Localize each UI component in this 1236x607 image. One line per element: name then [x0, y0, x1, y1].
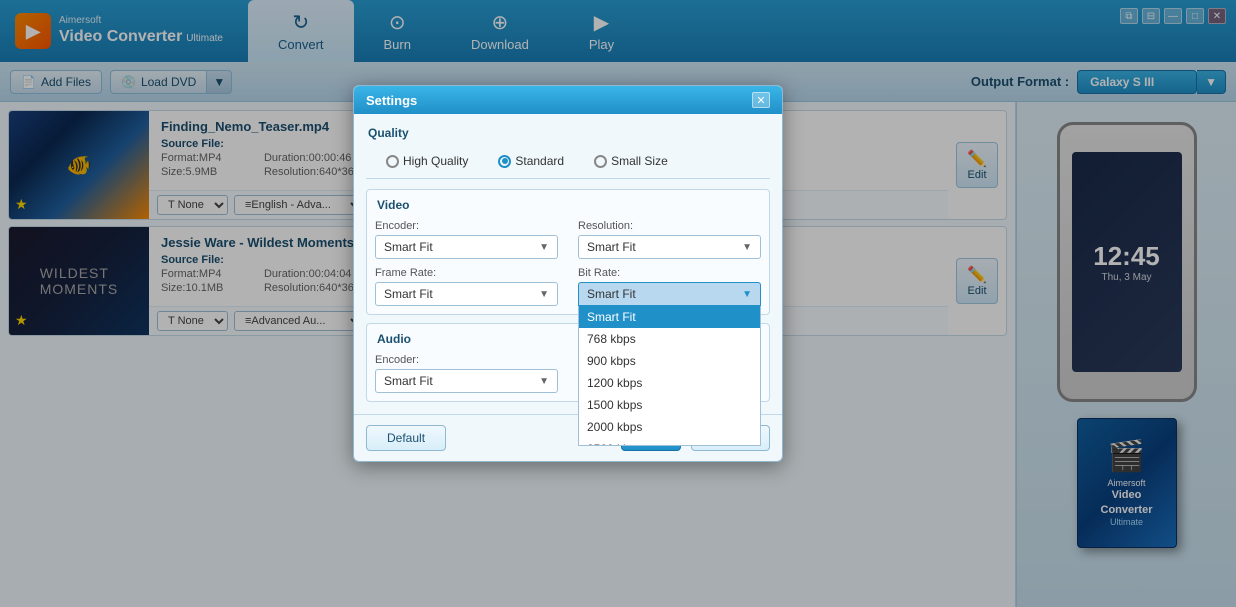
- encoder-arrow: ▼: [539, 242, 549, 253]
- dropdown-item-768[interactable]: 768 kbps: [579, 328, 760, 350]
- quality-options: High Quality Standard Small Size: [366, 148, 770, 179]
- bit-rate-value: Smart Fit: [587, 287, 636, 301]
- quality-standard-label: Standard: [515, 154, 564, 168]
- radio-standard: [498, 155, 511, 168]
- dropdown-item-1500[interactable]: 1500 kbps: [579, 394, 760, 416]
- quality-high-label: High Quality: [403, 154, 468, 168]
- frame-rate-label: Frame Rate:: [375, 267, 558, 279]
- settings-modal: Settings ✕ Quality High Quality Standard: [353, 85, 783, 462]
- modal-title-bar: Settings ✕: [354, 86, 782, 114]
- audio-encoder-label: Encoder:: [375, 354, 558, 366]
- encoder-select[interactable]: Smart Fit ▼: [375, 235, 558, 259]
- dropdown-item-1200[interactable]: 1200 kbps: [579, 372, 760, 394]
- dropdown-item-2000[interactable]: 2000 kbps: [579, 416, 760, 438]
- radio-high: [386, 155, 399, 168]
- frame-rate-value: Smart Fit: [384, 287, 433, 301]
- bit-rate-arrow: ▼: [742, 289, 752, 300]
- audio-encoder-field: Encoder: Smart Fit ▼: [375, 354, 558, 393]
- encoder-value: Smart Fit: [384, 240, 433, 254]
- video-section-label: Video: [375, 198, 761, 212]
- video-form-grid: Encoder: Smart Fit ▼ Resolution: Smart F…: [375, 220, 761, 306]
- modal-title: Settings: [366, 93, 417, 108]
- modal-close-button[interactable]: ✕: [752, 92, 770, 108]
- resolution-select[interactable]: Smart Fit ▼: [578, 235, 761, 259]
- quality-small[interactable]: Small Size: [594, 154, 668, 168]
- quality-section: Quality High Quality Standard Sma: [366, 126, 770, 179]
- audio-encoder-value: Smart Fit: [384, 374, 433, 388]
- bit-rate-field: Bit Rate: Smart Fit ▼ Smart Fit 768 kbps…: [578, 267, 761, 306]
- video-section: Video Encoder: Smart Fit ▼ Resolution: S…: [366, 189, 770, 315]
- frame-rate-select[interactable]: Smart Fit ▼: [375, 282, 558, 306]
- frame-rate-arrow: ▼: [539, 289, 549, 300]
- radio-small: [594, 155, 607, 168]
- dropdown-item-2500[interactable]: 2500 kbps: [579, 438, 760, 446]
- dropdown-item-smartfit[interactable]: Smart Fit: [579, 306, 760, 328]
- default-button[interactable]: Default: [366, 425, 446, 451]
- modal-body: Quality High Quality Standard Sma: [354, 114, 782, 414]
- quality-small-label: Small Size: [611, 154, 668, 168]
- resolution-arrow: ▼: [742, 242, 752, 253]
- bit-rate-select[interactable]: Smart Fit ▼: [578, 282, 761, 306]
- bit-rate-label: Bit Rate:: [578, 267, 761, 279]
- quality-high[interactable]: High Quality: [386, 154, 468, 168]
- frame-rate-field: Frame Rate: Smart Fit ▼: [375, 267, 558, 306]
- audio-encoder-select[interactable]: Smart Fit ▼: [375, 369, 558, 393]
- quality-label: Quality: [366, 126, 770, 140]
- encoder-label: Encoder:: [375, 220, 558, 232]
- bit-rate-dropdown-list: Smart Fit 768 kbps 900 kbps 1200 kbps 15…: [578, 306, 761, 446]
- resolution-value: Smart Fit: [587, 240, 636, 254]
- resolution-label: Resolution:: [578, 220, 761, 232]
- dropdown-item-900[interactable]: 900 kbps: [579, 350, 760, 372]
- quality-standard[interactable]: Standard: [498, 154, 564, 168]
- encoder-field: Encoder: Smart Fit ▼: [375, 220, 558, 259]
- audio-encoder-arrow: ▼: [539, 376, 549, 387]
- modal-overlay: Settings ✕ Quality High Quality Standard: [0, 0, 1236, 607]
- resolution-field: Resolution: Smart Fit ▼: [578, 220, 761, 259]
